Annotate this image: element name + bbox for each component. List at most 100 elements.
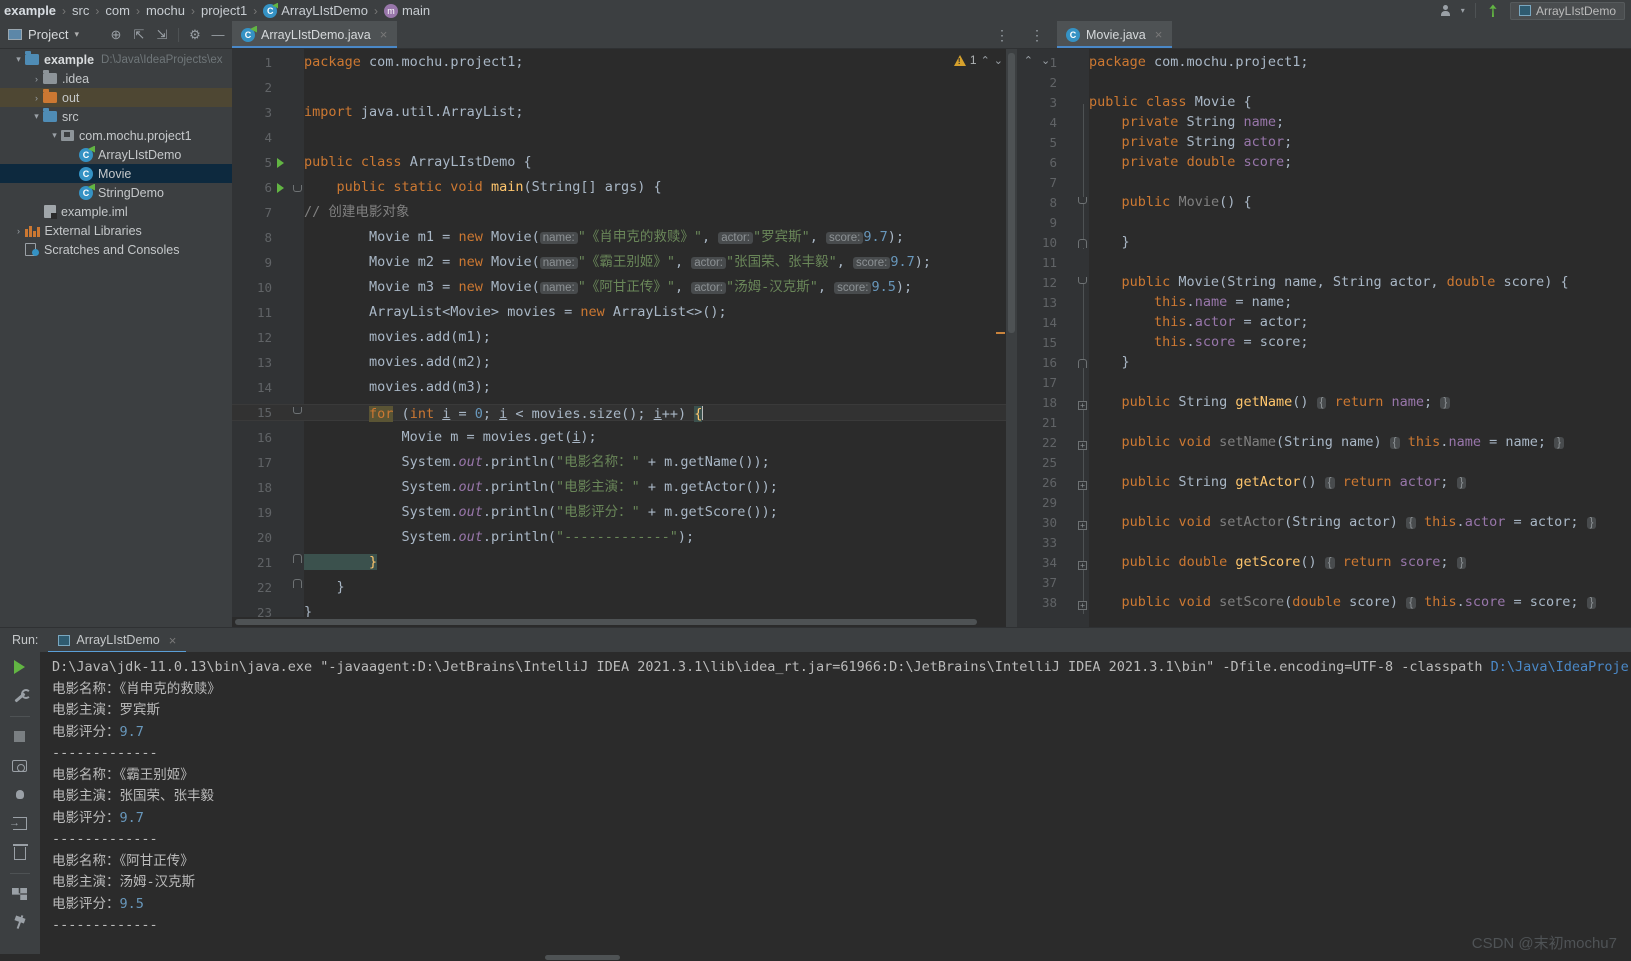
enter-icon[interactable]: [9, 814, 29, 833]
project-icon: [8, 29, 22, 40]
fold-marker-icon[interactable]: +: [1078, 481, 1087, 490]
fold-marker-icon[interactable]: [293, 554, 302, 563]
line-number: 13: [256, 355, 272, 370]
stop-icon[interactable]: [11, 728, 29, 746]
fold-marker-icon[interactable]: [1078, 359, 1087, 368]
tree-item-movie[interactable]: Movie: [0, 164, 232, 183]
rerun-play-icon[interactable]: [11, 658, 29, 676]
chevron-down-icon[interactable]: ▾: [1461, 6, 1465, 15]
chevron-right-icon[interactable]: ›: [30, 74, 43, 84]
fold-guide-line: [1083, 104, 1084, 249]
breadcrumb-item-example[interactable]: example: [4, 3, 56, 18]
tab-movie-java[interactable]: Movie.java ×: [1057, 21, 1173, 48]
breadcrumb-item-mochu[interactable]: mochu: [146, 3, 185, 18]
breadcrumb-item-com[interactable]: com: [105, 3, 130, 18]
fold-marker-icon[interactable]: +: [1078, 401, 1087, 410]
user-icon[interactable]: [1440, 3, 1458, 19]
param-hint-name: name:: [539, 232, 578, 244]
settings-gear-icon[interactable]: ⚙: [188, 27, 202, 42]
editor-scrollbar-vertical[interactable]: [1006, 49, 1017, 627]
code-text-area-right[interactable]: package com.mochu.project1; public class…: [1089, 49, 1631, 627]
arrow-up-icon[interactable]: ⌃: [1024, 54, 1033, 67]
next-problem-icon[interactable]: ⌄: [994, 54, 1003, 67]
string-literal: "汤姆-汉克斯": [726, 279, 818, 295]
fold-marker-icon[interactable]: [1078, 277, 1087, 284]
breadcrumb-item-main[interactable]: main: [383, 3, 430, 18]
close-icon[interactable]: ×: [169, 633, 177, 648]
line-number: 11: [1041, 255, 1057, 270]
code-editor-movie[interactable]: 1 2 3 4 5 6 7 8 9 10 11 12 13 14 15 16 1…: [1017, 49, 1631, 627]
chevron-down-icon[interactable]: ▾: [30, 111, 43, 122]
line-number: 15: [1041, 335, 1057, 350]
prev-problem-icon[interactable]: ⌃: [981, 54, 990, 67]
code-text-area[interactable]: package com.mochu.project1; import java.…: [304, 49, 1017, 627]
project-toolbar: ⊕ ⇱ ⇲ ⚙ —: [109, 27, 232, 42]
breadcrumb-item-arraylistdemo[interactable]: ArrayLIstDemo: [263, 3, 368, 18]
tree-item-example[interactable]: ▾ example D:\Java\IdeaProjects\ex: [0, 50, 232, 69]
console-line-text: 电影主演：罗宾斯: [52, 702, 160, 718]
layout-icon[interactable]: [11, 885, 29, 903]
tree-item-arraylistdemo[interactable]: ArrayLIstDemo: [0, 145, 232, 164]
arrow-up-icon[interactable]: ➚: [1481, 0, 1505, 22]
trash-icon[interactable]: [11, 844, 29, 862]
breadcrumb-item-project1[interactable]: project1: [201, 3, 247, 18]
run-configuration-chip[interactable]: ArrayLIstDemo: [1509, 1, 1625, 20]
editor-scrollbar-horizontal[interactable]: [232, 617, 1006, 627]
fold-marker-icon[interactable]: [1078, 239, 1087, 248]
string-literal: "电影评分：": [555, 504, 640, 520]
run-tab-arraylistdemo[interactable]: ArrayLIstDemo ×: [48, 628, 187, 653]
tree-item-package[interactable]: ▾ com.mochu.project1: [0, 126, 232, 145]
inspection-widget[interactable]: 1 ⌃ ⌄: [953, 53, 1003, 67]
tree-item-stringdemo[interactable]: StringDemo: [0, 183, 232, 202]
chevron-down-icon[interactable]: ▾: [12, 54, 25, 65]
fold-marker-icon[interactable]: [293, 407, 302, 414]
more-options-icon[interactable]: ⋮: [995, 28, 1009, 42]
line-number: 10: [256, 280, 272, 295]
camera-icon[interactable]: [11, 757, 29, 775]
chevron-right-icon[interactable]: ›: [30, 93, 43, 103]
debug-bug-icon[interactable]: [11, 786, 29, 804]
fold-marker-icon[interactable]: +: [1078, 441, 1087, 450]
fold-marker-icon[interactable]: +: [1078, 521, 1087, 530]
line-number: 16: [1041, 355, 1057, 370]
scratches-icon: [25, 243, 39, 256]
tree-item-external-libraries[interactable]: › External Libraries: [0, 221, 232, 240]
run-method-icon[interactable]: [277, 183, 284, 193]
tree-item-out[interactable]: › out: [0, 88, 232, 107]
arrow-down-icon[interactable]: ⌄: [1041, 54, 1050, 67]
collapse-all-icon[interactable]: ⇲: [155, 27, 169, 42]
fold-marker-icon[interactable]: [293, 185, 302, 192]
expand-all-icon[interactable]: ⇱: [132, 27, 146, 42]
fold-marker-icon[interactable]: [293, 579, 302, 588]
fold-marker-icon[interactable]: +: [1078, 561, 1087, 570]
close-icon[interactable]: ×: [1155, 27, 1163, 42]
tree-item-idea[interactable]: › .idea: [0, 69, 232, 88]
project-tree[interactable]: ▾ example D:\Java\IdeaProjects\ex › .ide…: [0, 49, 232, 627]
console-output[interactable]: D:\Java\jdk-11.0.13\bin\java.exe "-javaa…: [40, 652, 1631, 961]
pin-icon[interactable]: [11, 914, 29, 932]
console-classpath-link[interactable]: D:\Java\IdeaProje: [1491, 659, 1629, 675]
run-config-label: ArrayLIstDemo: [1535, 3, 1616, 18]
code-editor-arraylistdemo[interactable]: 1 ⌃ ⌄ 1 2 3 4 5 6 7 8 9 10 11 12 13 14 1…: [232, 49, 1017, 627]
warning-marker[interactable]: [996, 332, 1005, 334]
console-scrollbar-horizontal[interactable]: [0, 954, 1631, 961]
fold-marker-icon[interactable]: +: [1078, 601, 1087, 610]
fold-marker-icon[interactable]: [1078, 197, 1087, 204]
wrench-settings-icon[interactable]: [11, 687, 31, 705]
tree-item-src[interactable]: ▾ src: [0, 107, 232, 126]
close-icon[interactable]: ×: [380, 27, 388, 42]
tree-item-scratches[interactable]: Scratches and Consoles: [0, 240, 232, 259]
chevron-down-icon[interactable]: ▾: [74, 29, 79, 40]
locate-icon[interactable]: ⊕: [109, 27, 123, 42]
line-number: 37: [1041, 575, 1057, 590]
line-number: 15: [256, 405, 272, 420]
tab-arraylistdemo-java[interactable]: ArrayLIstDemo.java ×: [232, 21, 398, 48]
tree-item-iml[interactable]: example.iml: [0, 202, 232, 221]
breadcrumb-item-src[interactable]: src: [72, 3, 89, 18]
run-class-icon[interactable]: [277, 158, 284, 168]
class-icon: [79, 166, 93, 181]
hide-panel-icon[interactable]: —: [211, 27, 225, 42]
chevron-down-icon[interactable]: ▾: [48, 130, 61, 141]
more-options-icon[interactable]: ⋮: [1030, 28, 1044, 42]
chevron-right-icon[interactable]: ›: [12, 226, 25, 236]
